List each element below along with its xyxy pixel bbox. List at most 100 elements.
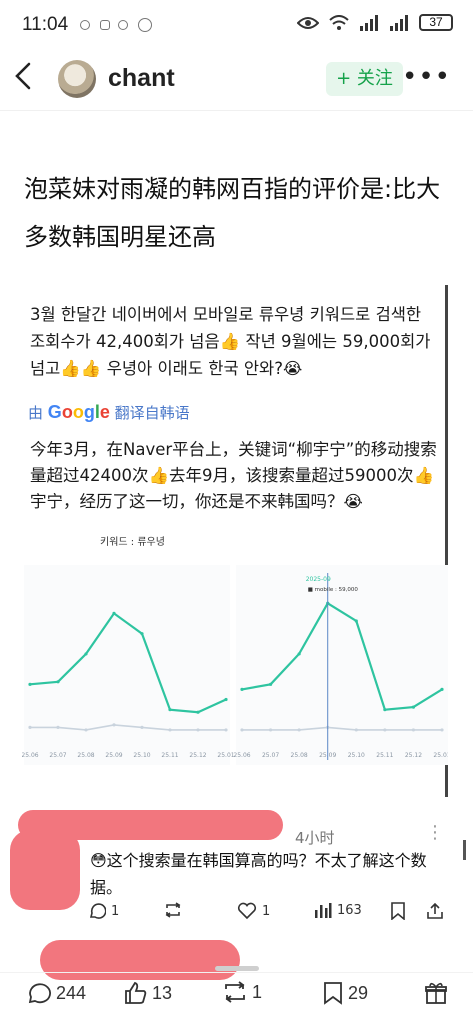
chart-1-x-tick: 25.06 (22, 752, 39, 759)
redacted-avatar (10, 830, 80, 910)
chart-2-series-2-point-3 (297, 728, 301, 732)
translated-text: 今年3月，在Naver平台上，关键词“柳宇宁”的移动搜索量超过42400次👍去年… (30, 440, 437, 511)
comment-share-button[interactable] (426, 902, 444, 920)
wechat-icon (118, 20, 128, 30)
reposts-count: 1 (252, 981, 263, 1002)
post-header: chant + 关注 ••• (0, 52, 473, 108)
chart-tooltip-date: 2025-09 (306, 576, 331, 583)
chart-2-series-2-point-6 (383, 728, 387, 732)
chart-2-x-tick: 25.01 (433, 752, 448, 759)
comment-reply-button[interactable]: 1 (88, 902, 119, 920)
comment-repost-button[interactable] (163, 902, 183, 918)
favorites-count: 29 (348, 982, 369, 1003)
chart-1-series-1-point-2 (56, 680, 60, 684)
chart-1-bg (24, 565, 230, 765)
chart-1-series-2-point-3 (84, 728, 88, 732)
status-right: 37 (297, 14, 453, 31)
chart-1-series-1-point-3 (84, 652, 88, 656)
timer-icon (138, 18, 152, 32)
chart-2-series-2-point-1 (240, 728, 244, 732)
chart-tooltip-value: ■ mobile : 59,000 (308, 587, 359, 593)
signal-icon-2 (390, 14, 408, 31)
chart-2-series-2-point-7 (411, 728, 416, 732)
chart-2-series-2-point-8 (440, 728, 444, 732)
bottom-action-bar: 244 13 1 29 (0, 972, 473, 1022)
avatar[interactable] (58, 60, 96, 98)
chart-2-series-1-point-6 (383, 708, 387, 712)
chart-1-x-tick: 25.10 (133, 752, 150, 759)
chart-1-series-2-point-8 (224, 728, 228, 732)
chart-2-series-1-point-1 (240, 687, 244, 691)
reply-icon (89, 903, 106, 919)
status-bar: 11:04 37 (0, 0, 473, 48)
repost-icon-bottom (225, 981, 245, 1003)
translate-prefix: 由 (28, 404, 44, 422)
comment-like-button[interactable]: 1 (237, 902, 270, 920)
chart-1-series-2-point-4 (112, 723, 116, 727)
app-icon (100, 20, 110, 30)
view-count: 163 (337, 902, 362, 918)
views-chart-icon (315, 903, 332, 918)
bookmark-icon-bottom (324, 982, 342, 1005)
more-options-icon[interactable]: ••• (402, 62, 451, 92)
chart-2-x-tick: 25.12 (405, 752, 422, 759)
status-time: 11:04 (22, 14, 69, 35)
chart-1-x-tick: 25.09 (105, 752, 122, 759)
comment-views: 163 (314, 902, 362, 918)
chart-1-series-2-point-2 (56, 725, 60, 729)
chart-2-x-tick: 25.11 (376, 752, 393, 759)
favorite-button[interactable]: 29 (322, 981, 368, 1005)
likes-button[interactable]: 13 (124, 981, 172, 1005)
scrollbar-thumb[interactable] (463, 840, 466, 860)
drag-handle[interactable] (215, 966, 259, 971)
chart-2-bg (236, 565, 448, 765)
comment-text: 😳这个搜索量在韩国算高的吗？不太了解这个数据。 (90, 851, 427, 897)
comments-count: 244 (56, 982, 87, 1003)
search-trend-charts: 25.06 25.07 25.08 25.09 25.10 25.11 25.12 25.01… (22, 565, 448, 765)
chart-2-series-2-point-2 (268, 728, 273, 732)
likes-count: 13 (152, 982, 173, 1003)
chart-2-series-1-point-7 (411, 705, 416, 709)
chart-2-x-tick: 25.07 (262, 752, 279, 759)
chart-1-series-1-point-5 (140, 632, 144, 636)
comment-icon (28, 983, 51, 1004)
heart-icon (237, 902, 257, 920)
translate-suffix: 翻译自韩语 (114, 404, 190, 422)
chart-1-series-1-point-6 (168, 708, 172, 712)
comment-bookmark-button[interactable] (390, 902, 406, 920)
follow-button[interactable]: + 关注 (326, 62, 403, 96)
chart-1-series-2-point-6 (168, 728, 172, 732)
chart-2-series-1-point-2 (268, 682, 273, 686)
author-name[interactable]: chant (108, 64, 175, 93)
chart-2-x-tick: 25.10 (348, 752, 365, 759)
comment-time: 4小时 (295, 829, 335, 847)
chart-1-x-tick: 25.01 (217, 752, 234, 759)
translation-label: 由 Google 翻译自韩语 (28, 402, 190, 423)
chart-1-x-tick: 25.08 (77, 752, 94, 759)
gift-icon (425, 982, 447, 1004)
notification-icon (80, 20, 90, 30)
chart-2-x-tick: 25.08 (291, 752, 308, 759)
reply-count: 1 (111, 903, 120, 919)
battery-indicator: 37 (419, 14, 453, 31)
chart-1-series-2-point-5 (140, 725, 144, 729)
gift-button[interactable] (424, 981, 448, 1005)
chart-1-x-tick: 25.12 (189, 752, 206, 759)
chart-2-series-2-point-5 (354, 728, 358, 732)
google-logo: Google (47, 402, 110, 422)
embedded-screenshot[interactable]: 3월 한달간 네이버에서 모바일로 류우녕 키워드로 검색한 조회수가 42,4… (22, 285, 466, 860)
chart-keyword-label: 키워드 : 류우녕 (100, 537, 165, 548)
chart-1-series-2-point-7 (196, 728, 200, 732)
back-button[interactable] (14, 62, 42, 96)
chart-2-series-1-point-5 (354, 619, 358, 623)
chart-1-series-1-point-7 (196, 710, 200, 714)
eye-icon (297, 16, 319, 29)
repost-button[interactable]: 1 (222, 981, 262, 1003)
thumbs-up-icon (125, 981, 147, 1004)
comment-more-icon[interactable]: ⋮ (426, 822, 444, 843)
chart-1-series-1-point-8 (224, 697, 228, 702)
like-count: 1 (262, 903, 271, 919)
comments-button[interactable]: 244 (26, 981, 86, 1005)
chart-2-series-1-point-8 (440, 687, 444, 691)
repost-icon (165, 902, 181, 918)
